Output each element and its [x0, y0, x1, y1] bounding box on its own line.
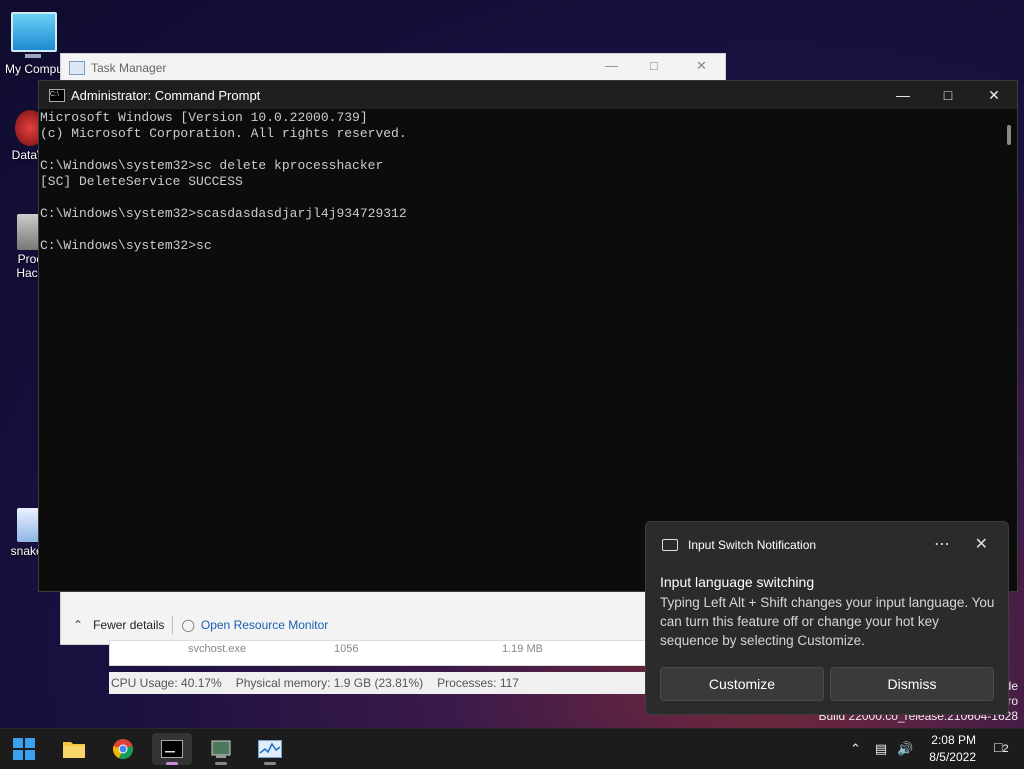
clock-time: 2:08 PM	[931, 733, 976, 747]
desktop-icon-my-computer[interactable]: My Compu	[4, 12, 64, 76]
scrollbar-thumb[interactable]	[1007, 125, 1011, 145]
notification-heading: Input language switching	[660, 574, 815, 590]
task-manager-icon	[258, 740, 282, 758]
process-memory: 1.19 MB	[502, 643, 543, 655]
task-manager-title: Task Manager	[91, 61, 167, 75]
fewer-details-button[interactable]: Fewer details	[93, 618, 164, 632]
active-indicator	[166, 762, 178, 765]
task-manager-footer: ⌃ Fewer details ◯ Open Resource Monitor	[61, 606, 647, 644]
console-line: [SC] DeleteService SUCCESS	[40, 174, 243, 189]
console-line: C:\Windows\system32>scasdasdasdjarjl4j93…	[40, 206, 407, 221]
taskbar-process-hacker[interactable]	[201, 733, 241, 765]
divider	[172, 616, 174, 634]
taskbar-task-manager[interactable]	[250, 733, 290, 765]
network-icon[interactable]: ▤	[875, 741, 887, 757]
process-name: svchost.exe	[188, 643, 247, 655]
customize-button[interactable]: Customize	[660, 667, 824, 701]
notification-count: 2	[1002, 743, 1009, 755]
cmd-titlebar[interactable]: C:\ Administrator: Command Prompt	[39, 81, 1017, 109]
cmd-icon: C:\	[49, 88, 65, 102]
chevron-up-icon[interactable]: ⌃	[73, 618, 83, 632]
process-pid: 1056	[334, 643, 359, 655]
cpu-usage: CPU Usage: 40.17%	[111, 676, 222, 690]
minimize-button[interactable]: —	[605, 58, 618, 73]
process-hacker-icon	[211, 740, 231, 758]
notification-center-icon[interactable]: □2	[994, 739, 1014, 757]
clock-date: 8/5/2022	[929, 750, 976, 764]
console-line: C:\Windows\system32>sc delete kprocessha…	[40, 158, 384, 173]
minimize-button[interactable]: —	[880, 81, 926, 109]
dismiss-button[interactable]: Dismiss	[830, 667, 994, 701]
command-prompt-window[interactable]: C:\ Administrator: Command Prompt — □ ✕ …	[38, 80, 1018, 592]
input-switch-notification[interactable]: Input Switch Notification ⋯ ✕ Input lang…	[645, 521, 1009, 715]
console-line: C:\Windows\system32>sc	[40, 238, 212, 253]
process-count: Processes: 117	[437, 676, 519, 690]
taskbar-file-explorer[interactable]	[54, 733, 94, 765]
notification-header: Input Switch Notification	[662, 538, 816, 552]
physical-memory: Physical memory: 1.9 GB (23.81%)	[235, 676, 424, 690]
resource-monitor-icon: ◯	[181, 618, 195, 632]
task-manager-icon	[69, 61, 85, 75]
clock[interactable]: 2:08 PM 8/5/2022	[929, 732, 976, 766]
taskbar-chrome[interactable]	[103, 733, 143, 765]
folder-icon	[63, 742, 85, 758]
maximize-button[interactable]: □	[925, 81, 971, 109]
keyboard-icon	[662, 539, 678, 551]
maximize-button[interactable]: □	[650, 58, 658, 73]
taskbar-command-prompt[interactable]	[152, 733, 192, 765]
running-indicator	[215, 762, 227, 765]
close-button[interactable]: ✕	[696, 58, 707, 74]
close-button[interactable]: ✕	[971, 81, 1017, 109]
console-line: (c) Microsoft Corporation. All rights re…	[40, 126, 407, 141]
running-indicator	[264, 762, 276, 765]
task-manager-titlebar[interactable]: Task Manager	[61, 54, 725, 82]
notification-body: Typing Left Alt + Shift changes your inp…	[660, 595, 995, 648]
chevron-up-icon[interactable]: ⌃	[850, 741, 861, 757]
task-manager-statusbar: CPU Usage: 40.17% Physical memory: 1.9 G…	[109, 672, 649, 694]
console-line: Microsoft Windows [Version 10.0.22000.73…	[40, 110, 368, 125]
chrome-icon	[113, 739, 133, 760]
monitor-icon	[11, 12, 57, 58]
notification-app-name: Input Switch Notification	[688, 538, 817, 552]
windows-logo-icon	[13, 738, 35, 760]
more-options-icon[interactable]: ⋯	[934, 534, 950, 554]
taskbar: ⌃ ▤ 🔊 2:08 PM 8/5/2022 □2	[0, 728, 1024, 769]
volume-icon[interactable]: 🔊	[897, 741, 913, 757]
cmd-title: Administrator: Command Prompt	[71, 87, 261, 103]
system-tray: ⌃ ▤ 🔊	[850, 729, 913, 769]
console-output[interactable]: Microsoft Windows [Version 10.0.22000.73…	[39, 110, 998, 588]
open-resource-monitor-link[interactable]: Open Resource Monitor	[201, 618, 328, 632]
start-button[interactable]	[4, 733, 44, 765]
close-icon[interactable]: ✕	[975, 534, 988, 554]
terminal-icon	[161, 740, 183, 758]
desktop-icon-label: My Compu	[4, 62, 63, 76]
